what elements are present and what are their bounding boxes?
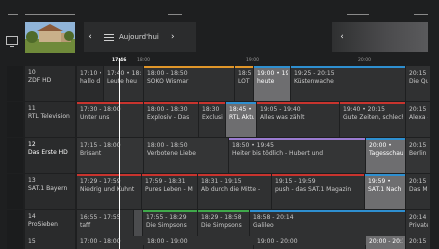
genre-stripe: [142, 174, 197, 176]
program-cell[interactable]: 17:10 • 18...hallo d: [77, 66, 103, 101]
genre-stripe: [235, 66, 253, 68]
genre-stripe: [144, 102, 198, 104]
program-cell[interactable]: 18:50 • 19:45 Heiter bis tödlich - Hubert…: [229, 138, 365, 173]
channel-row-selected[interactable]: 12 Das Erste HD 17:15 - 18:00 Brisant 18:…: [0, 138, 439, 173]
row-side: [7, 66, 23, 101]
channel-row[interactable]: 13 SAT.1 Bayern 17:29 - 17:59 Niedrig und…: [0, 174, 439, 209]
channel-number: 11: [28, 105, 36, 112]
channel-cell[interactable]: 11 RTL Television: [25, 102, 75, 137]
genre-stripe: [226, 102, 256, 104]
genre-stripe: [229, 138, 365, 140]
genre-stripe: [198, 210, 249, 212]
genre-stripe: [340, 102, 405, 104]
genre-stripe: [77, 174, 141, 176]
header-divider-left: [8, 14, 18, 15]
program-cell[interactable]: 19:25 - 20:15 Küstenwache: [291, 66, 405, 101]
channel-number: 15: [28, 238, 36, 245]
program-cell[interactable]: 20:15 •Berlin 30: [406, 138, 430, 173]
program-cell-selected[interactable]: 20:00 • Tagesschau: [366, 138, 405, 173]
tv-icon[interactable]: [6, 36, 18, 47]
genre-stripe: [198, 174, 271, 176]
program-cell[interactable]: 18:00 - 19:00: [144, 236, 253, 249]
chevron-left-icon[interactable]: ‹: [336, 32, 348, 42]
program-cell-selected[interactable]: 18:45 • RTL Aktu: [226, 102, 256, 137]
program-cell[interactable]: 18:00 - 18:30 Explosiv - Das: [144, 102, 198, 137]
time-label-3: 20:00: [358, 58, 371, 63]
program-cell[interactable]: 19:05 - 19:40 Alles was zählt: [257, 102, 339, 137]
genre-stripe: [272, 174, 364, 176]
genre-stripe: [199, 102, 225, 104]
time-label-2: 19:00: [246, 58, 259, 63]
header-divider-thumb: [25, 14, 75, 15]
row-side: [7, 102, 23, 137]
program-cell-selected[interactable]: 19:59 • SAT.1 Nach: [365, 174, 405, 209]
genre-stripe: [143, 210, 197, 212]
row-side: [7, 174, 23, 209]
program-cell[interactable]: 19:15 - 19:59 push - das SAT.1 Magazin: [272, 174, 364, 209]
day-selector[interactable]: ‹ Aujourd'hui ›: [84, 22, 196, 52]
program-cell[interactable]: 20:15 •Das Mut: [406, 174, 430, 209]
program-cell[interactable]: 18:5 LOT: [235, 66, 253, 101]
channel-number: 12: [28, 141, 36, 148]
program-cell[interactable]: 17:29 - 17:59 Niedrig und Kuhnt: [77, 174, 141, 209]
genre-stripe: [291, 66, 405, 68]
genre-stripe: [144, 66, 234, 68]
genre-stripe: [257, 102, 339, 104]
program-cell[interactable]: 18:00 - 18:50 Verbotene Liebe: [144, 138, 228, 173]
channel-name: SAT.1 Bayern: [28, 185, 68, 192]
program-cell[interactable]: 17:40 • 18:00Leute heu: [104, 66, 143, 101]
row-side: [7, 138, 23, 173]
channel-cell[interactable]: 10 ZDF HD: [25, 66, 75, 101]
guide-header: ‹ Aujourd'hui › ‹ 17:46 18:00 19:00 20:0…: [0, 0, 439, 66]
channel-name: RTL Television: [28, 113, 70, 120]
program-cell[interactable]: 20:15 -: [406, 236, 430, 249]
channel-cell[interactable]: 13 SAT.1 Bayern: [25, 174, 75, 209]
program-cell[interactable]: 20:15 •Die Quiz: [406, 66, 430, 101]
grid-menu-icon[interactable]: [104, 33, 114, 41]
program-cell[interactable]: 19:40 • 20:15Gute Zeiten, schlechte: [340, 102, 405, 137]
channel-name: ProSieben: [28, 221, 58, 228]
program-cell[interactable]: 18:30Exclusiv: [199, 102, 225, 137]
current-time-indicator: [119, 58, 120, 249]
program-cell-selected[interactable]: 20:00 - 20:15: [366, 236, 405, 249]
program-cell[interactable]: 18:00 - 18:50 SOKO Wismar: [144, 66, 234, 101]
chevron-right-icon[interactable]: ›: [167, 32, 179, 42]
channel-row[interactable]: 11 RTL Television 17:30 - 18:00 Unter uns…: [0, 102, 439, 137]
program-cell[interactable]: 17:00 - 18:00: [77, 236, 143, 249]
channel-number: 10: [28, 69, 36, 76]
genre-stripe: [365, 174, 405, 176]
program-cell-selected[interactable]: 19:00 • 19:25heute: [254, 66, 290, 101]
program-cell[interactable]: 17:59 - 18:31 Pures Leben - M: [142, 174, 197, 209]
time-label-1: 18:00: [137, 58, 150, 63]
genre-stripe: [366, 138, 405, 140]
channel-name: Das Erste HD: [28, 149, 68, 156]
day-label: Aujourd'hui: [119, 33, 159, 41]
right-edge: [430, 66, 439, 249]
channel-row[interactable]: 10 ZDF HD 17:10 • 18...hallo d 17:40 • 1…: [0, 66, 439, 101]
program-cell[interactable]: 19:00 - 20:00: [254, 236, 365, 249]
genre-stripe: [77, 102, 143, 104]
program-cell[interactable]: 17:30 - 18:00 Unter uns: [77, 102, 143, 137]
header-divider-right: [347, 14, 369, 15]
channel-cell[interactable]: 15: [25, 236, 75, 249]
channel-number: 13: [28, 177, 36, 184]
channel-name: ZDF HD: [28, 77, 52, 84]
genre-stripe: [250, 210, 405, 212]
time-navigator[interactable]: ‹: [332, 22, 428, 52]
header-divider-far: [414, 14, 428, 15]
row-side: [7, 236, 23, 249]
program-cell[interactable]: 20:15 •Alexa - Ich: [406, 102, 430, 137]
channel-row[interactable]: 15 17:00 - 18:00 18:00 - 19:00 19:00 - 2…: [0, 236, 439, 249]
channel-number: 14: [28, 213, 36, 220]
channel-cell[interactable]: 12 Das Erste HD: [25, 138, 75, 173]
program-cell[interactable]: 17:15 - 18:00 Brisant: [77, 138, 143, 173]
chevron-left-icon[interactable]: ‹: [84, 32, 96, 42]
channel-preview-thumbnail[interactable]: [25, 22, 75, 53]
header-divider-mid: [168, 14, 182, 15]
genre-stripe: [254, 66, 290, 68]
program-cell[interactable]: 18:31 - 19:15 Ab durch die Mitte -: [198, 174, 271, 209]
